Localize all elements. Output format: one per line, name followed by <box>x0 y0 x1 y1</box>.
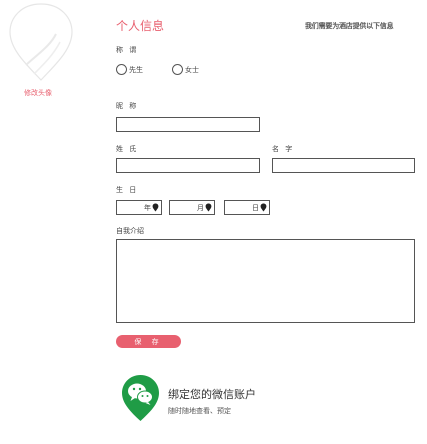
radio-ms-label: 女士 <box>185 65 199 74</box>
radio-mr-circle[interactable] <box>116 64 127 75</box>
wechat-bind-title[interactable]: 绑定您的微信账户 <box>168 386 256 402</box>
wechat-icon[interactable] <box>121 374 160 422</box>
dropdown-pin-icon <box>152 203 159 212</box>
radio-ms-circle[interactable] <box>172 64 183 75</box>
bio-label: 自我介绍 <box>116 227 144 235</box>
avatar[interactable] <box>6 2 76 82</box>
given-name-input[interactable] <box>272 158 415 173</box>
surname-label: 姓 氏 <box>116 145 139 153</box>
title-label: 称 谓 <box>116 46 139 54</box>
day-label: 日 <box>252 203 259 212</box>
info-note: 我们需要为酒店提供以下信息 <box>305 22 394 30</box>
birthday-month-select[interactable]: 月 <box>169 200 215 215</box>
save-button[interactable]: 保 存 <box>116 335 181 348</box>
year-label: 年 <box>144 203 151 212</box>
radio-mr[interactable]: 先生 <box>116 64 143 75</box>
bio-textarea[interactable] <box>116 239 415 323</box>
month-label: 月 <box>197 203 204 212</box>
birthday-label: 生 日 <box>116 186 139 194</box>
surname-input[interactable] <box>116 158 260 173</box>
birthday-year-select[interactable]: 年 <box>116 200 162 215</box>
wechat-bind-subtitle: 随时随地查看、预定 <box>168 407 231 415</box>
dropdown-pin-icon <box>260 203 267 212</box>
given-name-label: 名 字 <box>272 145 295 153</box>
change-avatar-link[interactable]: 修改头像 <box>24 88 52 98</box>
page-title: 个人信息 <box>116 19 165 33</box>
nickname-input[interactable] <box>116 117 260 132</box>
radio-ms[interactable]: 女士 <box>172 64 199 75</box>
nickname-label: 昵 称 <box>116 102 139 110</box>
birthday-day-select[interactable]: 日 <box>224 200 270 215</box>
dropdown-pin-icon <box>205 203 212 212</box>
radio-mr-label: 先生 <box>129 65 143 74</box>
